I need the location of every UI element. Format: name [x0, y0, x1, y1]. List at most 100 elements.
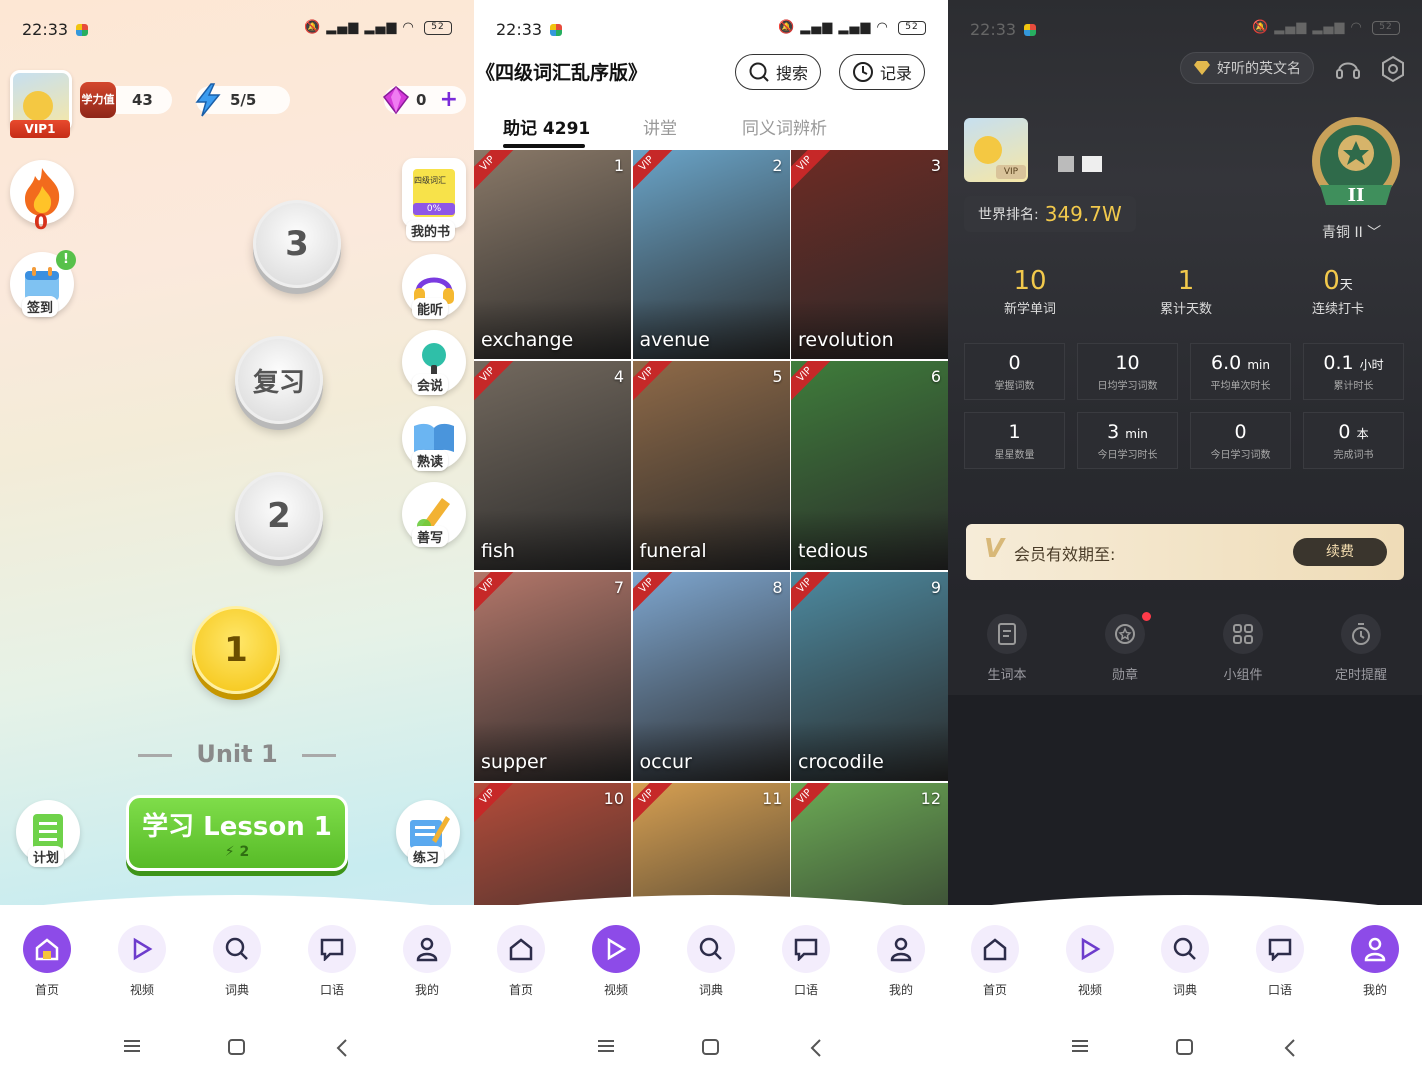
headset-icon[interactable] — [1334, 55, 1362, 83]
energy-value: 5/5 — [230, 91, 257, 109]
nav-profile[interactable]: 我的 — [866, 925, 936, 998]
nav-home[interactable]: 首页 — [12, 925, 82, 998]
home-square-icon[interactable] — [701, 1038, 721, 1056]
status-bar: 22:33 🔕 ▂▄▆ ▂▄▆ ◠ 52 — [474, 0, 948, 60]
back-icon[interactable] — [334, 1038, 350, 1058]
add-gem-icon[interactable]: + — [440, 86, 458, 114]
nav-speaking[interactable]: 口语 — [297, 925, 367, 998]
search-button[interactable]: 搜索 — [735, 54, 822, 90]
diamond-icon — [1194, 61, 1210, 75]
chat-icon — [782, 925, 830, 973]
video-card[interactable]: VIP 2 avenue — [632, 150, 790, 359]
video-card[interactable]: VIP 1 exchange — [474, 150, 631, 359]
menu-icon[interactable] — [122, 1038, 142, 1054]
home-square-icon[interactable] — [1175, 1038, 1195, 1056]
energy-pill[interactable]: 5/5 — [195, 83, 290, 117]
menu-icon[interactable] — [596, 1038, 616, 1054]
stat-label: 今日学习时长 — [1097, 450, 1158, 461]
vocab-book-button[interactable]: 生词本 — [962, 614, 1052, 683]
read-label: 熟读 — [412, 450, 449, 471]
stat-value: 0 — [1008, 352, 1021, 374]
app-notification-icon — [1024, 24, 1036, 36]
video-card[interactable]: VIP 8 occur — [632, 572, 790, 781]
stat-value: 0 — [1234, 421, 1247, 443]
nav-profile[interactable]: 我的 — [392, 925, 462, 998]
english-name-button[interactable]: 好听的英文名 — [1180, 52, 1314, 84]
menu-icon[interactable] — [1070, 1038, 1090, 1054]
medal-level[interactable]: 青铜 II ﹀ — [1322, 222, 1381, 242]
bronze-medal-icon[interactable]: II — [1306, 115, 1406, 215]
stat-cell: 1 星星数量 — [964, 412, 1065, 469]
app-collage: 22:33 🔕 ▂▄▆ ▂▄▆ ◠ 52 VIP 1 学力值 43 5/5 0 + — [0, 0, 1422, 1080]
study-lesson-button[interactable]: 学习 Lesson 1 ⚡ 2 — [126, 795, 348, 871]
nav-speaking[interactable]: 口语 — [1245, 925, 1315, 998]
review-node[interactable]: 复习 — [235, 336, 323, 424]
tab-synonyms[interactable]: 同义词辨析 — [742, 114, 827, 139]
nav-dictionary[interactable]: 词典 — [1150, 925, 1220, 998]
stat-cell: 0.1 小时 累计时长 — [1303, 343, 1404, 400]
video-card[interactable]: VIP 6 tedious — [791, 361, 948, 570]
stat-value: 10 — [1013, 266, 1047, 296]
nav-video[interactable]: 视频 — [581, 925, 651, 998]
lesson-node-1[interactable]: 1 — [192, 606, 280, 694]
speak-label: 会说 — [412, 374, 449, 395]
tools-row: 生词本 勋章 小组件 定时提醒 — [948, 600, 1422, 695]
stat-summary: 10 新学单词 — [970, 266, 1090, 317]
nav-video[interactable]: 视频 — [107, 925, 177, 998]
reminder-button[interactable]: 定时提醒 — [1316, 614, 1406, 683]
nav-speaking[interactable]: 口语 — [771, 925, 841, 998]
checkin-alert-badge: ! — [56, 250, 76, 270]
stat-value: 3 min — [1107, 421, 1148, 443]
video-card[interactable]: VIP 5 funeral — [632, 361, 790, 570]
search-icon — [213, 925, 261, 973]
stat-label: 掌握词数 — [994, 381, 1035, 392]
nav-video[interactable]: 视频 — [1055, 925, 1125, 998]
video-card[interactable]: VIP 4 fish — [474, 361, 631, 570]
settings-icon[interactable] — [1378, 54, 1408, 84]
lesson-node-2[interactable]: 2 — [235, 472, 323, 560]
video-card[interactable]: VIP 3 revolution — [791, 150, 948, 359]
record-button[interactable]: 记录 — [839, 54, 926, 90]
grid-icon — [1223, 614, 1263, 654]
nav-home[interactable]: 首页 — [960, 925, 1030, 998]
search-icon — [1161, 925, 1209, 973]
status-icons: 🔕 ▂▄▆ ▂▄▆ ◠ 52 — [304, 20, 452, 35]
checkin-label: 签到 — [22, 296, 59, 317]
stat-label: 累计时长 — [1333, 381, 1374, 392]
battery-icon: 52 — [1372, 20, 1400, 35]
tab-mnemonic[interactable]: 助记 4291 — [503, 114, 590, 139]
world-rank: 世界排名: 349.7W — [964, 196, 1136, 232]
nav-profile[interactable]: 我的 — [1340, 925, 1410, 998]
nav-home[interactable]: 首页 — [486, 925, 556, 998]
xueli-value: 43 — [132, 91, 153, 109]
nav-dictionary[interactable]: 词典 — [202, 925, 272, 998]
nav-dictionary[interactable]: 词典 — [676, 925, 746, 998]
stat-value: 0天 — [1323, 266, 1353, 296]
membership-bar: V 会员有效期至: 续费 — [966, 524, 1404, 580]
stat-summary: 1 累计天数 — [1126, 266, 1246, 317]
active-tab-indicator — [503, 144, 585, 148]
stat-label: 平均单次时长 — [1210, 381, 1271, 392]
back-icon[interactable] — [1282, 1038, 1298, 1058]
vip-ribbon: VIP — [632, 572, 672, 612]
gem-pill[interactable]: 0 + — [382, 86, 466, 115]
card-word: supper — [481, 751, 547, 773]
user-icon — [877, 925, 925, 973]
system-nav-bar — [948, 1010, 1422, 1080]
badges-button[interactable]: 勋章 — [1080, 614, 1170, 683]
video-card[interactable]: VIP 9 crocodile — [791, 572, 948, 781]
vip-ribbon: VIP — [632, 150, 672, 190]
back-icon[interactable] — [808, 1038, 824, 1058]
home-square-icon[interactable] — [227, 1038, 247, 1056]
renew-button[interactable]: 续费 — [1293, 538, 1387, 566]
stat-cell: 0 今日学习词数 — [1190, 412, 1291, 469]
xueli-pill[interactable]: 学力值 43 — [80, 82, 172, 118]
stat-cell: 0 本完成词书 — [1303, 412, 1404, 469]
video-card[interactable]: VIP 7 supper — [474, 572, 631, 781]
card-number: 10 — [603, 789, 624, 808]
tab-lecture[interactable]: 讲堂 — [643, 114, 677, 139]
lesson-node-3[interactable]: 3 — [253, 200, 341, 288]
widgets-button[interactable]: 小组件 — [1198, 614, 1288, 683]
stat-cell: 0 掌握词数 — [964, 343, 1065, 400]
my-book-button[interactable]: 四级词汇 0% — [402, 158, 466, 228]
